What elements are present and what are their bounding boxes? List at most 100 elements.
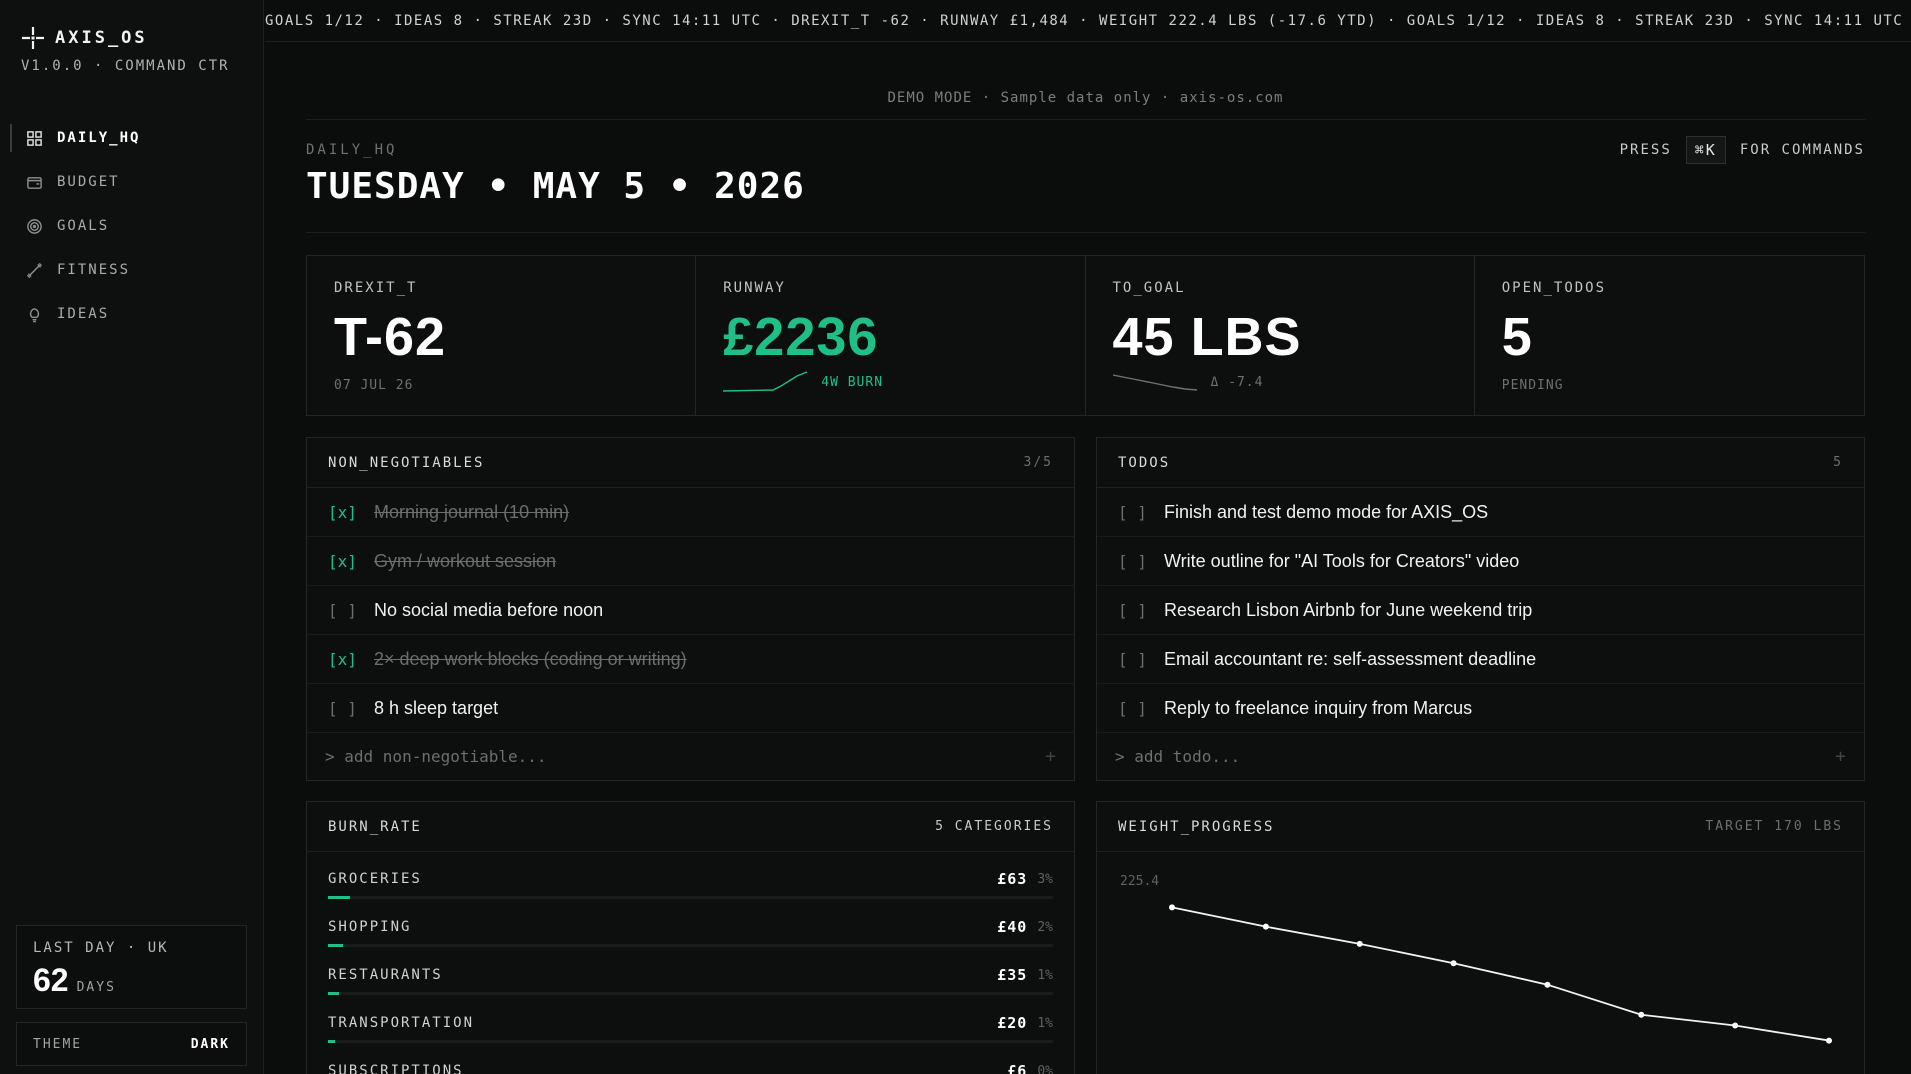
burn-fill <box>328 896 350 899</box>
weight-point[interactable] <box>1450 960 1457 967</box>
list-item[interactable]: [ ] No social media before noon <box>307 586 1074 635</box>
list-item[interactable]: [ ] Write outline for "AI Tools for Crea… <box>1097 537 1864 586</box>
burn-amount: £40 <box>997 918 1028 936</box>
stat-foot: 4W BURN <box>723 371 883 393</box>
stat-foot-text: PENDING <box>1501 378 1564 393</box>
stat-label: OPEN_TODOS <box>1501 280 1607 296</box>
checkbox[interactable]: [ ] <box>1118 699 1164 718</box>
checkbox[interactable]: [ ] <box>328 699 374 718</box>
stat-value: 5 <box>1501 307 1533 367</box>
list-item[interactable]: [x] 2× deep work blocks (coding or writi… <box>307 635 1074 684</box>
sidebar-item-budget[interactable]: BUDGET <box>0 160 264 204</box>
burn-category-row[interactable]: GROCERIES £63 3% <box>307 854 1074 902</box>
burn-category-name: TRANSPORTATION <box>328 1015 475 1031</box>
burn-category-row[interactable]: SHOPPING £40 2% <box>307 902 1074 950</box>
burn-track <box>328 896 1053 899</box>
sidebar-item-daily-hq[interactable]: DAILY_HQ <box>0 116 264 160</box>
add-icon[interactable]: + <box>1045 746 1056 767</box>
burn-category-name: SHOPPING <box>328 919 412 935</box>
sidebar-item-goals[interactable]: GOALS <box>0 204 264 248</box>
list-item-text: Morning journal (10 min) <box>374 501 570 522</box>
list-item[interactable]: [ ] Finish and test demo mode for AXIS_O… <box>1097 488 1864 537</box>
checkbox[interactable]: [ ] <box>1118 503 1164 522</box>
checkbox[interactable]: [x] <box>328 552 374 571</box>
burn-track <box>328 1040 1053 1043</box>
panel-count: TARGET 170 LBS <box>1705 819 1843 834</box>
wallet-icon <box>27 176 42 189</box>
last-day-unit: DAYS <box>76 980 116 995</box>
last-day-value: 62 <box>33 962 69 998</box>
weight-series-line <box>1171 906 1830 1042</box>
list-item-text: 8 h sleep target <box>374 697 499 718</box>
stat-foot-text: Δ -7.4 <box>1210 374 1264 390</box>
burn-category-row[interactable]: SUBSCRIPTIONS £6 0% <box>307 1046 1074 1074</box>
burn-amount: £20 <box>997 1014 1028 1032</box>
weight-point[interactable] <box>1544 981 1551 988</box>
stat-card-to-goal: TO_GOAL 45 LBS Δ -7.4 <box>1085 256 1475 415</box>
burn-category-row[interactable]: RESTAURANTS £35 1% <box>307 950 1074 998</box>
weight-point[interactable] <box>1826 1037 1832 1044</box>
list-item[interactable]: [ ] Research Lisbon Airbnb for June week… <box>1097 586 1864 635</box>
brand[interactable]: AXIS_OS <box>21 26 148 50</box>
stat-foot: Δ -7.4 <box>1112 371 1264 393</box>
burn-fill <box>328 944 343 947</box>
burn-track <box>328 992 1053 995</box>
checkbox[interactable]: [x] <box>328 650 374 669</box>
command-suffix-label: FOR COMMANDS <box>1739 142 1865 158</box>
burn-category-name: GROCERIES <box>328 871 422 887</box>
stat-foot-text: 07 JUL 26 <box>334 378 414 393</box>
stat-value: T-62 <box>334 307 447 367</box>
stat-value: £2236 <box>723 307 879 367</box>
weight-point[interactable] <box>1732 1022 1739 1029</box>
list-item-text: Reply to freelance inquiry from Marcus <box>1164 697 1473 718</box>
command-press-label: PRESS <box>1619 142 1672 158</box>
panel-count: 3/5 <box>1023 455 1053 470</box>
checkbox[interactable]: [ ] <box>1118 552 1164 571</box>
add-icon[interactable]: + <box>1835 746 1846 767</box>
list-item[interactable]: [ ] Reply to freelance inquiry from Marc… <box>1097 684 1864 733</box>
checkbox[interactable]: [ ] <box>328 601 374 620</box>
panel-title: TODOS <box>1118 454 1171 471</box>
todos-panel: TODOS 5 [ ] Finish and test demo mode fo… <box>1096 437 1865 781</box>
last-day-countdown: LAST DAY · UK 62 DAYS <box>16 925 247 1009</box>
list-item[interactable]: [x] Morning journal (10 min) <box>307 488 1074 537</box>
burn-category-row[interactable]: TRANSPORTATION £20 1% <box>307 998 1074 1046</box>
sidebar-item-label: DAILY_HQ <box>57 130 141 146</box>
panel-header: NON_NEGOTIABLES 3/5 <box>307 438 1074 488</box>
sidebar-nav: DAILY_HQ BUDGET GOALS FITNESS IDEAS <box>0 116 264 336</box>
weight-point[interactable] <box>1262 923 1269 930</box>
list-item[interactable]: [ ] 8 h sleep target <box>307 684 1074 733</box>
checkbox[interactable]: [ ] <box>1118 650 1164 669</box>
burn-amount: £6 <box>1007 1062 1028 1074</box>
checkbox[interactable]: [ ] <box>1118 601 1164 620</box>
stat-card-open-todos: OPEN_TODOS 5 PENDING <box>1474 256 1864 415</box>
list-item[interactable]: [ ] Email accountant re: self-assessment… <box>1097 635 1864 684</box>
theme-toggle[interactable]: THEME DARK <box>16 1022 247 1066</box>
panel-header: WEIGHT_PROGRESS TARGET 170 LBS <box>1097 802 1864 852</box>
burn-sparkline <box>723 371 808 392</box>
weight-point[interactable] <box>1638 1011 1645 1018</box>
list-item-text: No social media before noon <box>374 599 604 620</box>
panel-count: 5 CATEGORIES <box>935 819 1053 834</box>
panel-header: TODOS 5 <box>1097 438 1864 488</box>
burn-percent: 1% <box>1037 967 1053 983</box>
burn-category-name: SUBSCRIPTIONS <box>328 1063 464 1074</box>
theme-value: DARK <box>190 1036 230 1052</box>
add-todo-input[interactable] <box>1115 746 1715 766</box>
sidebar-item-fitness[interactable]: FITNESS <box>0 248 264 292</box>
dumbbell-icon <box>26 262 43 278</box>
panel-title: WEIGHT_PROGRESS <box>1118 818 1275 835</box>
sidebar-item-ideas[interactable]: IDEAS <box>0 292 264 336</box>
lightbulb-icon <box>29 307 40 322</box>
breadcrumb: DAILY_HQ <box>306 142 398 158</box>
list-item-text: Email accountant re: self-assessment dea… <box>1164 648 1537 669</box>
checkbox[interactable]: [x] <box>328 503 374 522</box>
command-palette-key[interactable]: ⌘K <box>1685 136 1726 164</box>
burn-percent: 0% <box>1037 1063 1053 1074</box>
list-item[interactable]: [x] Gym / workout session <box>307 537 1074 586</box>
weight-point[interactable] <box>1169 904 1175 911</box>
add-non-negotiable-input[interactable] <box>325 746 925 766</box>
stat-label: TO_GOAL <box>1112 280 1186 296</box>
theme-label: THEME <box>33 1036 83 1052</box>
weight-point[interactable] <box>1356 940 1363 947</box>
